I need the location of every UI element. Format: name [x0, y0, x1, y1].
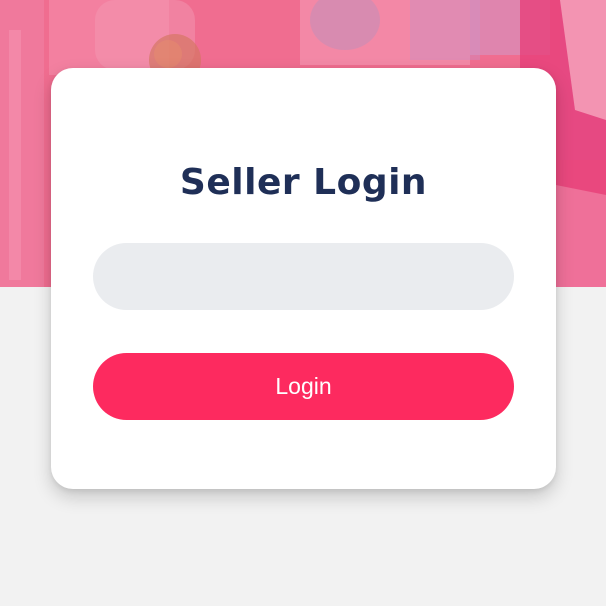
title-container: Seller Login	[51, 158, 556, 208]
login-card: Seller Login Login	[51, 68, 556, 489]
seller-input[interactable]	[93, 243, 514, 310]
login-page: Seller Login Login	[0, 0, 606, 606]
page-title: Seller Login	[179, 162, 428, 203]
login-button[interactable]: Login	[93, 353, 514, 420]
